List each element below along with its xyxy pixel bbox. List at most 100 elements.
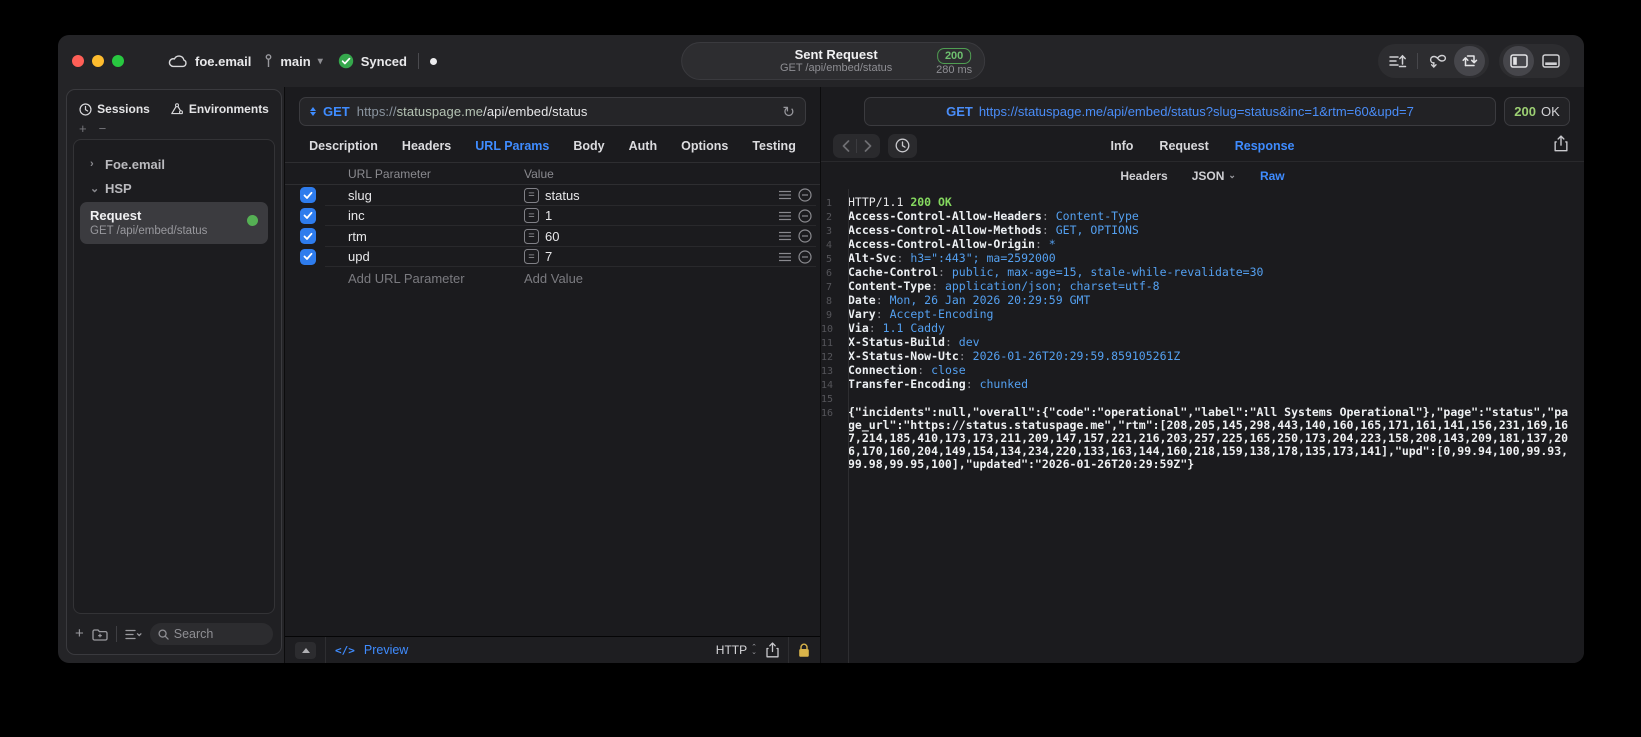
request-method[interactable]: GET [323,104,350,119]
response-line: 1 HTTP/1.1 200 OK [821,196,1572,210]
refresh-icon[interactable]: ↻ [782,103,795,121]
param-value[interactable]: 60 [545,229,779,244]
close-window-button[interactable] [72,55,84,67]
response-line: 9 Vary: Accept-Encoding [821,308,1572,322]
response-line: 10 Via: 1.1 Caddy [821,321,945,336]
tab-testing[interactable]: Testing [752,139,796,153]
param-value[interactable]: status [545,188,779,203]
remove-session-button[interactable]: − [99,122,107,136]
reorder-lines-icon[interactable] [779,252,791,262]
titlebar-separator [417,53,419,69]
column-header-value: Value [524,166,554,181]
remove-circle-icon[interactable] [798,188,812,202]
protocol-selector[interactable]: HTTP ⌃ ⌄ [716,643,757,657]
request-url[interactable]: https://statuspage.me/api/embed/status [357,104,588,119]
chevron-right-icon: › [90,158,94,170]
request-list-item[interactable]: Request GET /api/embed/status [80,202,268,244]
tree-group-hsp[interactable]: ⌄ HSP [80,176,268,200]
line-number: 3 [825,226,832,237]
zoom-window-button[interactable] [112,55,124,67]
add-param-placeholder[interactable]: Add URL Parameter [348,271,524,286]
sidebar-tab-environments[interactable]: Environments [170,102,269,116]
param-name[interactable]: upd [348,249,524,264]
line-number: 16 [821,408,834,419]
response-line: 11 X-Status-Build: dev [821,335,980,350]
tab-url-params[interactable]: URL Params [475,139,549,153]
minimize-window-button[interactable] [92,55,104,67]
sent-request-url[interactable]: GET https://statuspage.me/api/embed/statu… [864,97,1496,126]
record-dot-icon[interactable] [429,57,437,65]
param-row-rtm: rtm = 60 [285,226,820,247]
search-field[interactable] [149,623,273,645]
tab-headers[interactable]: Headers [402,139,451,153]
param-row-upd: upd = 7 [285,247,820,268]
param-checkbox[interactable] [300,248,316,265]
method-dropdown-icon[interactable] [310,107,316,116]
sidebar-panel-icon[interactable] [1503,46,1534,76]
tab-response[interactable]: Response [1235,139,1295,153]
send-return-icon[interactable] [1454,46,1485,76]
equals-icon: = [524,208,539,224]
session-tree: › Foe.email ⌄ HSP Request GET /api/embed… [73,139,275,614]
param-name[interactable]: slug [348,188,524,203]
chevron-down-icon: ⌄ [90,182,100,195]
request-tabs: Description Headers URL Params Body Auth Opti… [285,130,820,162]
url-params-table: URL Parameter Value slug = status inc = 1 rtm =… [285,162,820,290]
tab-info[interactable]: Info [1111,139,1134,153]
param-name[interactable]: rtm [348,229,524,244]
reorder-lines-icon[interactable] [779,231,791,241]
collapse-up-icon[interactable] [295,641,316,659]
equals-icon: = [524,249,539,265]
import-lines-icon[interactable] [1382,46,1413,76]
subtab-headers[interactable]: Headers [1120,169,1167,183]
traffic-lights [72,55,124,67]
search-input[interactable] [173,627,265,641]
response-status-code: 200 [1514,104,1536,119]
remove-circle-icon[interactable] [798,250,812,264]
tree-group-foe-email[interactable]: › Foe.email [80,152,268,176]
preview-button[interactable]: Preview [364,643,408,657]
request-duration: 280 ms [936,63,973,76]
sent-request-subtitle: GET /api/embed/status [779,62,893,74]
loop-sync-icon[interactable] [1422,46,1453,76]
reorder-lines-icon[interactable] [779,211,791,221]
tab-request[interactable]: Request [1159,139,1208,153]
add-session-button[interactable]: + [79,122,87,136]
reorder-lines-icon[interactable] [779,190,791,200]
add-value-placeholder[interactable]: Add Value [524,271,583,286]
param-value[interactable]: 7 [545,249,779,264]
list-options-icon[interactable] [125,628,142,641]
code-icon: </> [335,643,355,657]
subtab-json[interactable]: JSON ⌄ [1192,169,1236,183]
branch-name[interactable]: main [280,54,310,69]
request-url-field[interactable]: GET https://statuspage.me/api/embed/stat… [299,97,806,126]
param-checkbox[interactable] [300,207,316,224]
response-status-box: 200 OK [1504,97,1570,126]
remove-circle-icon[interactable] [798,209,812,223]
tab-body[interactable]: Body [573,139,604,153]
response-status-text: OK [1540,104,1560,119]
project-name[interactable]: foe.email [195,54,251,69]
remove-circle-icon[interactable] [798,229,812,243]
branch-chevron-down-icon[interactable]: ▾ [318,56,323,67]
tab-auth[interactable]: Auth [629,139,657,153]
tab-options[interactable]: Options [681,139,728,153]
sync-status[interactable]: Synced [361,54,407,69]
param-checkbox[interactable] [300,187,316,204]
subtab-raw[interactable]: Raw [1260,169,1285,183]
lock-icon[interactable] [798,643,810,658]
sidebar-tab-sessions[interactable]: Sessions [79,102,150,116]
bottom-panel-icon[interactable] [1535,46,1566,76]
add-param-row[interactable]: Add URL Parameter Add Value [285,267,820,290]
folder-add-icon[interactable] [92,628,108,641]
share-icon[interactable] [766,642,779,658]
param-checkbox[interactable] [300,228,316,245]
plus-icon[interactable]: + [75,626,84,641]
share-icon[interactable] [1554,135,1568,152]
param-name[interactable]: inc [348,208,524,223]
response-body[interactable]: 1 HTTP/1.1 200 OK 2 Access-Control-Allow-He… [821,189,1584,663]
chevron-down-icon: ⌄ [1228,170,1236,180]
sent-request-pill[interactable]: Sent Request GET /api/embed/status 200 2… [681,42,986,80]
param-value[interactable]: 1 [545,208,779,223]
tab-description[interactable]: Description [309,139,378,153]
